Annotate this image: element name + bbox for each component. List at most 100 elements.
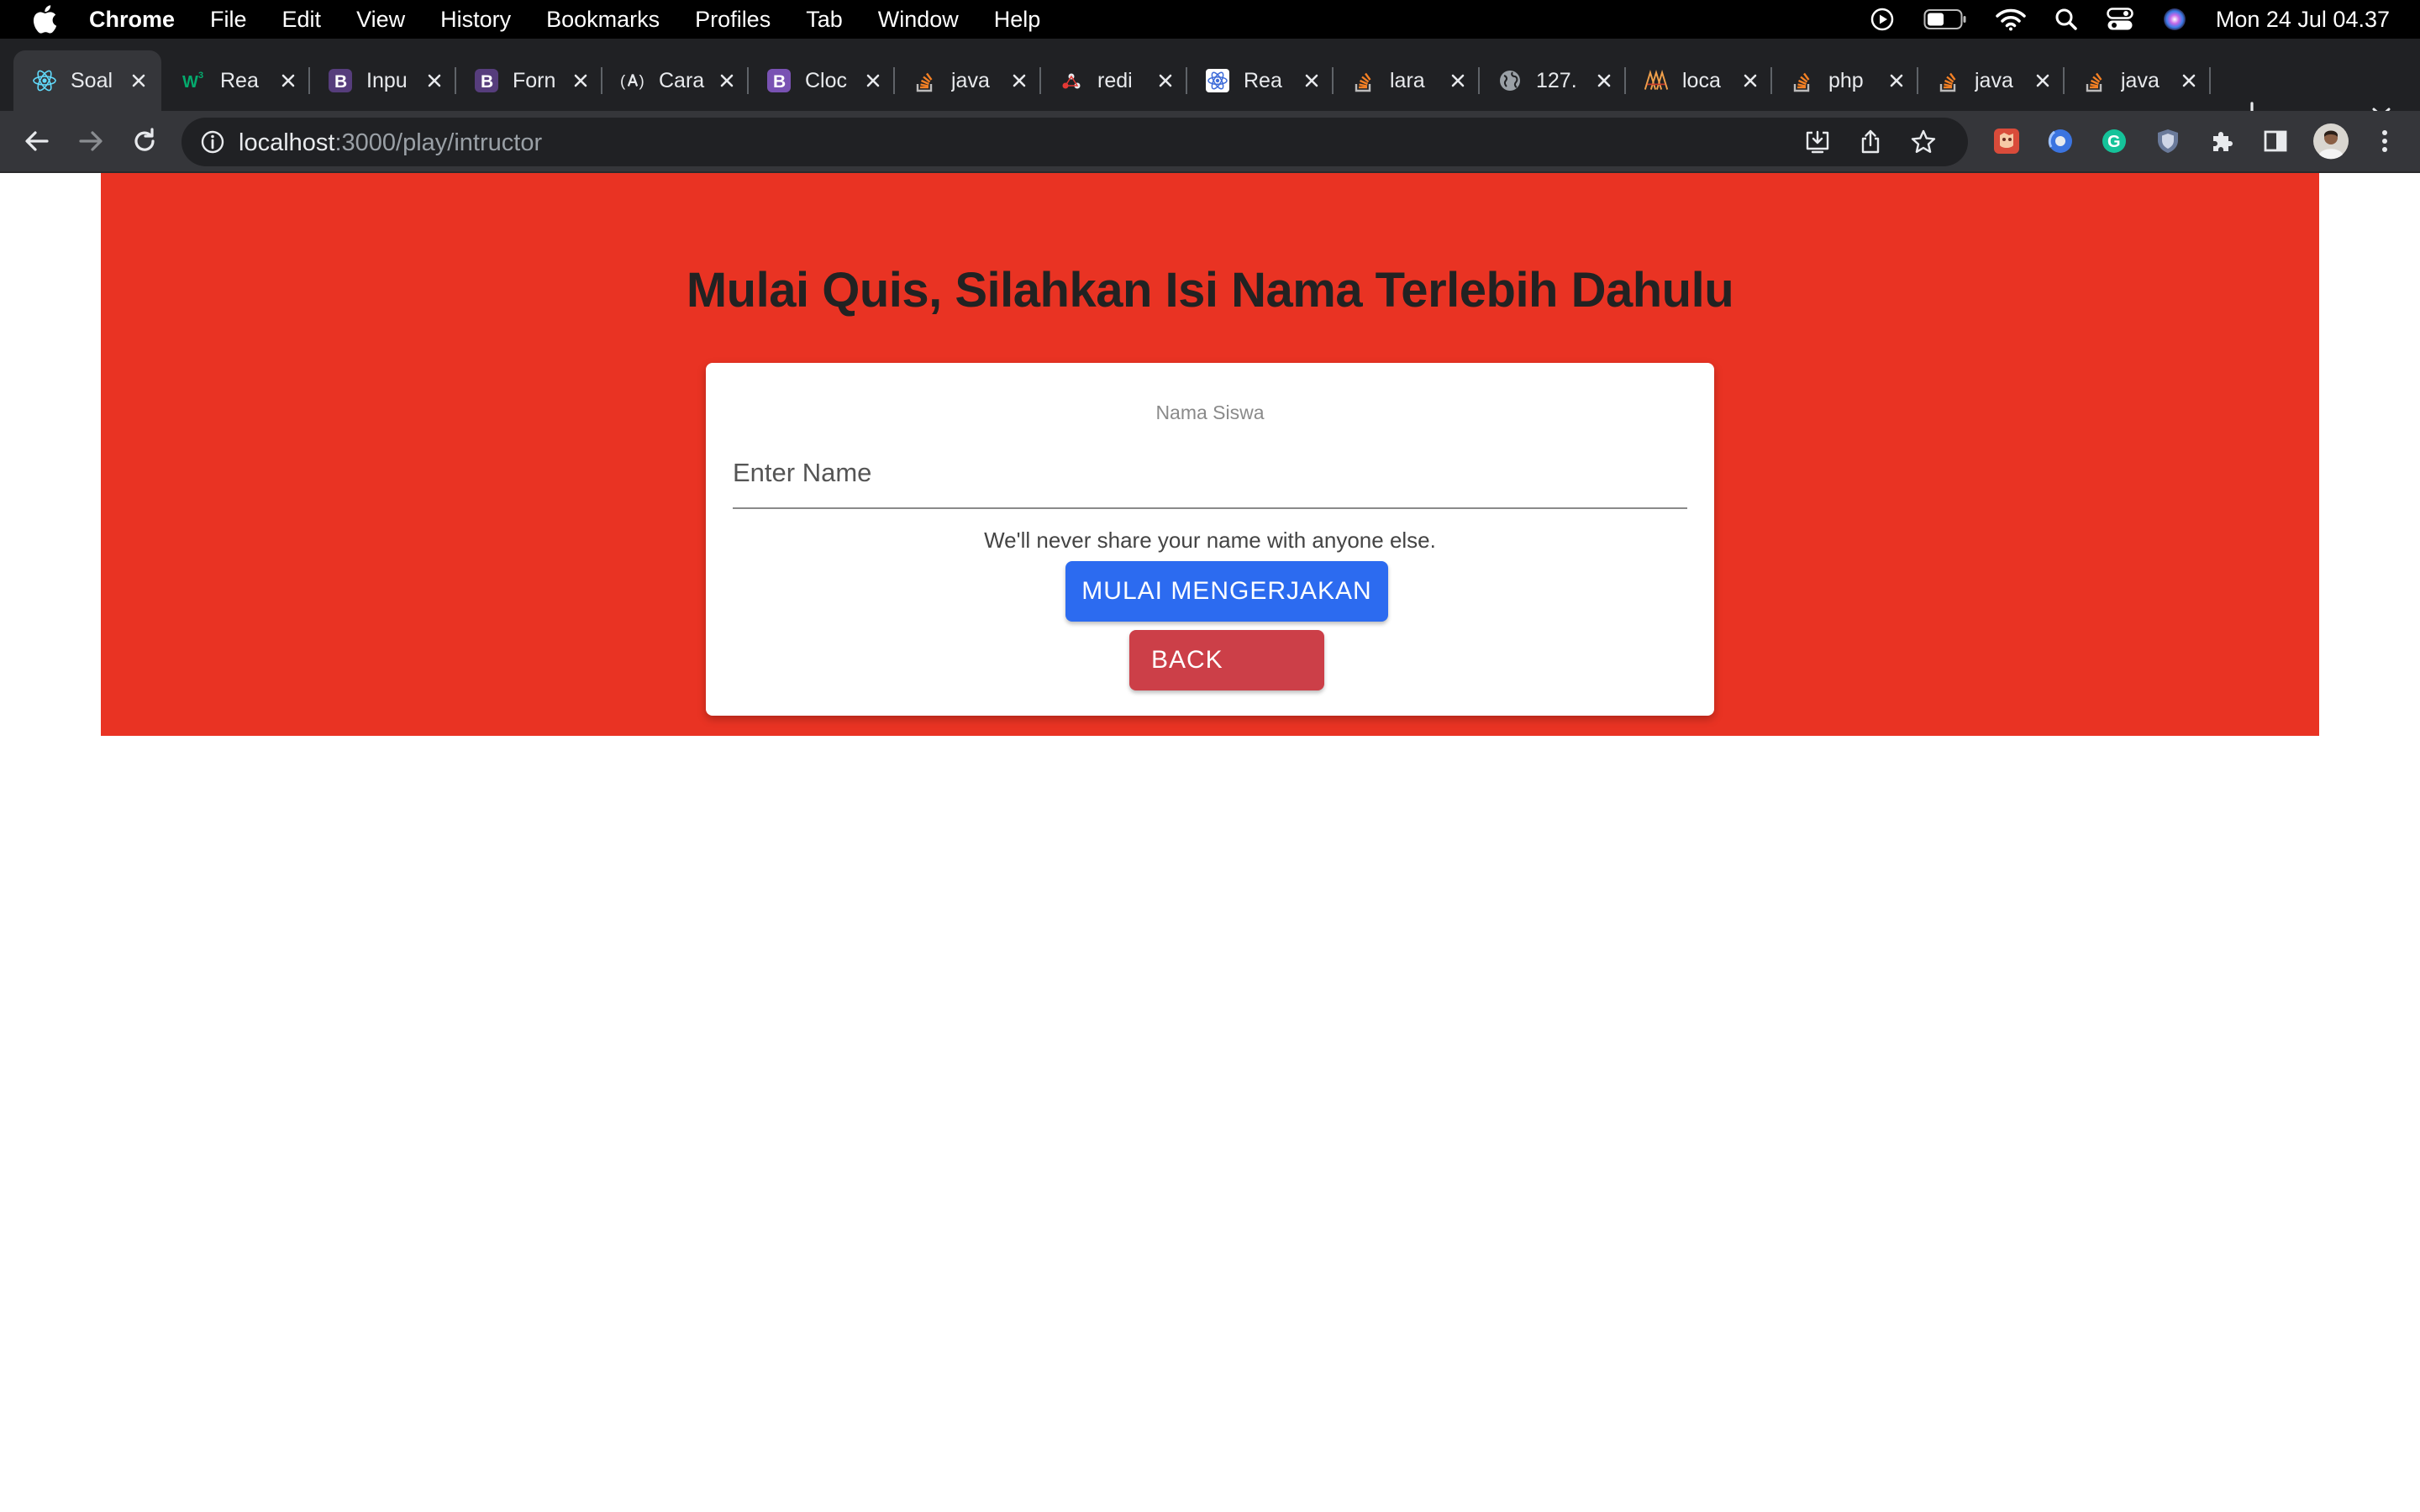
tab-item[interactable]: W3 Rea (163, 50, 308, 111)
tab-close-icon[interactable] (276, 68, 301, 93)
bootstrap-icon: B (474, 68, 499, 93)
redux-icon (1059, 68, 1084, 93)
tab-close-icon[interactable] (1007, 68, 1032, 93)
tab-title: loca (1682, 68, 1721, 92)
tab-item[interactable]: java (1918, 50, 2062, 111)
tab-soal[interactable]: Soal (13, 50, 161, 111)
tab-close-icon[interactable] (1884, 68, 1909, 93)
install-app-icon[interactable] (1803, 128, 1832, 156)
react-icon (1205, 68, 1230, 93)
tab-close-icon[interactable] (568, 68, 593, 93)
menu-edit[interactable]: Edit (282, 7, 322, 33)
svg-text:G: G (2107, 133, 2121, 151)
start-quiz-button[interactable]: MULAI MENGERJAKAN (1065, 561, 1388, 622)
xampp-icon (1644, 68, 1669, 93)
tab-item[interactable]: B Inpu (309, 50, 454, 111)
tab-close-icon[interactable] (1299, 68, 1324, 93)
bookmark-star-icon[interactable] (1909, 128, 1938, 156)
site-info-icon[interactable] (198, 128, 227, 156)
menu-help[interactable]: Help (994, 7, 1041, 33)
tab-item[interactable]: B Forn (455, 50, 600, 111)
globe-icon (1497, 68, 1523, 93)
tab-close-icon[interactable] (1445, 68, 1470, 93)
side-panel-icon[interactable] (2260, 126, 2291, 156)
stackoverflow-icon (1936, 68, 1961, 93)
reload-icon[interactable] (128, 124, 161, 158)
tab-title: Cara (659, 68, 705, 92)
extension-shield-icon[interactable] (2153, 126, 2183, 156)
tab-title: Inpu (366, 68, 408, 92)
tab-close-icon[interactable] (126, 68, 151, 93)
menu-app-name[interactable]: Chrome (89, 7, 175, 33)
tab-close-icon[interactable] (1153, 68, 1178, 93)
tab-item[interactable]: B Cloc (748, 50, 892, 111)
extension-blue-circle-icon[interactable] (2045, 126, 2075, 156)
apple-logo-icon[interactable] (32, 5, 57, 34)
tab-item[interactable]: php (1771, 50, 1916, 111)
tab-title: Forn (513, 68, 556, 92)
menubar-clock[interactable]: Mon 24 Jul 04.37 (2216, 7, 2390, 33)
tab-title: Rea (1244, 68, 1282, 92)
chrome-menu-kebab-icon[interactable] (2370, 126, 2400, 156)
svg-text:B: B (481, 72, 493, 92)
macos-menu-bar: Chrome File Edit View History Bookmarks … (0, 0, 2420, 39)
play-circle-icon[interactable] (1870, 7, 1895, 32)
tab-close-icon[interactable] (1591, 68, 1617, 93)
tab-item[interactable]: 127. (1479, 50, 1623, 111)
menu-file[interactable]: File (210, 7, 247, 33)
share-icon[interactable] (1856, 128, 1885, 156)
chrome-toolbar: localhost:3000/play/intructor G (0, 111, 2420, 173)
page-title: Mulai Quis, Silahkan Isi Nama Terlebih D… (686, 263, 1734, 318)
tab-title: java (951, 68, 990, 92)
tab-item[interactable]: Rea (1186, 50, 1331, 111)
back-button[interactable]: BACK (1129, 630, 1324, 690)
tab-close-icon[interactable] (2176, 68, 2202, 93)
address-bar[interactable]: localhost:3000/play/intructor (182, 118, 1968, 166)
tab-close-icon[interactable] (422, 68, 447, 93)
url-text[interactable]: localhost:3000/play/intructor (239, 129, 542, 157)
tab-item[interactable]: redi (1040, 50, 1185, 111)
chrome-tab-strip: Soal W3 Rea B Inpu B Forn () Cara B Clo… (0, 39, 2420, 123)
menu-window[interactable]: Window (878, 7, 959, 33)
extension-grammarly-icon[interactable]: G (2099, 126, 2129, 156)
tab-title: redi (1097, 68, 1133, 92)
tab-item[interactable]: java (2064, 50, 2208, 111)
menu-tab[interactable]: Tab (806, 7, 843, 33)
tab-item[interactable]: lara (1333, 50, 1477, 111)
extensions-puzzle-icon[interactable] (2207, 126, 2237, 156)
profile-avatar[interactable] (2312, 123, 2349, 160)
name-input[interactable] (733, 438, 1687, 509)
react-icon (32, 68, 57, 93)
siri-icon[interactable] (2162, 7, 2187, 32)
quiz-hero-section: Mulai Quis, Silahkan Isi Nama Terlebih D… (101, 173, 2319, 736)
tab-title: 127. (1536, 68, 1577, 92)
tab-close-icon[interactable] (860, 68, 886, 93)
status-area: Mon 24 Jul 04.37 (1841, 0, 2390, 39)
menu-profiles[interactable]: Profiles (695, 7, 771, 33)
tab-close-icon[interactable] (2030, 68, 2055, 93)
back-arrow-icon[interactable] (20, 124, 54, 158)
stackoverflow-icon (1351, 68, 1376, 93)
control-center-icon[interactable] (2107, 8, 2133, 31)
tab-close-icon[interactable] (714, 68, 739, 93)
tab-item[interactable]: java (894, 50, 1039, 111)
battery-icon[interactable] (1923, 8, 1967, 30)
tab-title: Rea (220, 68, 259, 92)
tab-item[interactable]: () Cara (602, 50, 746, 111)
tab-title: php (1828, 68, 1864, 92)
url-host: localhost (239, 129, 335, 156)
menu-bookmarks[interactable]: Bookmarks (546, 7, 660, 33)
w3schools-icon: W3 (182, 68, 207, 93)
tab-item[interactable]: loca (1625, 50, 1770, 111)
tab-close-icon[interactable] (1738, 68, 1763, 93)
svg-text:B: B (334, 72, 347, 92)
menu-view[interactable]: View (356, 7, 405, 33)
tab-title: java (1975, 68, 2013, 92)
extension-ublock-icon[interactable] (1991, 126, 2022, 156)
spotlight-search-icon[interactable] (2054, 8, 2078, 31)
name-help-text: We'll never share your name with anyone … (984, 528, 1436, 553)
wifi-icon[interactable] (1996, 8, 2026, 31)
menu-history[interactable]: History (440, 7, 511, 33)
url-path: :3000/play/intructor (334, 129, 543, 156)
forward-arrow-icon[interactable] (74, 124, 108, 158)
